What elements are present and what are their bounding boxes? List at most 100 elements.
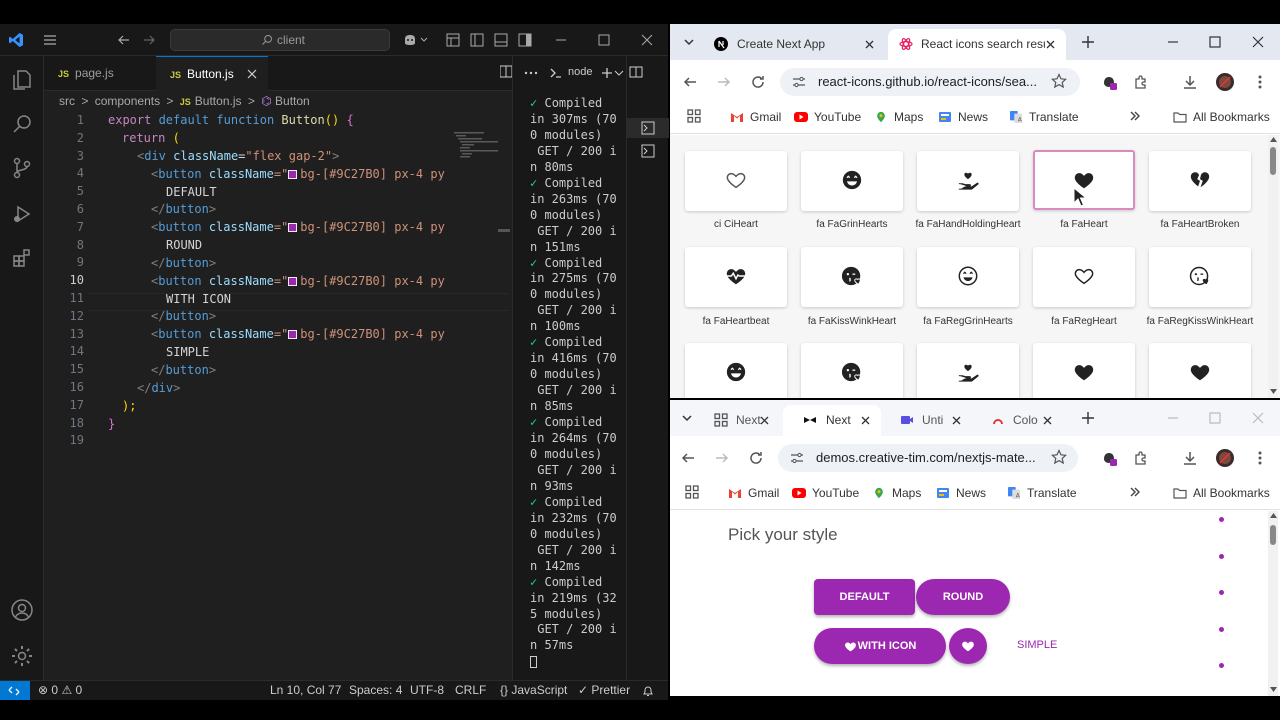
bookmark-news[interactable]: News (936, 485, 986, 501)
scrollbar-thumb[interactable] (1270, 147, 1276, 175)
icon-card-row3-3[interactable] (917, 343, 1019, 398)
download-icon[interactable] (1182, 450, 1198, 466)
new-tab-plus-icon[interactable] (1081, 411, 1095, 425)
color-swatch[interactable] (288, 277, 298, 286)
close-tab-icon[interactable] (864, 39, 875, 50)
bookmark-news[interactable]: News (938, 109, 988, 125)
download-icon[interactable] (1182, 74, 1198, 90)
more-bookmarks-chevron-icon[interactable] (1128, 485, 1142, 499)
toggle-secondary-sidebar-icon[interactable] (517, 32, 533, 48)
icon-card-row3-5[interactable] (1149, 343, 1251, 398)
vertical-scrollbar[interactable] (1268, 511, 1278, 696)
terminal-tab-active[interactable] (627, 118, 669, 138)
icon-card-fagrinhearts[interactable] (801, 151, 903, 211)
reload-icon[interactable] (748, 450, 764, 466)
tab-page-js[interactable]: JS page.js (44, 56, 156, 91)
icon-card-row3-1[interactable] (685, 343, 787, 398)
language-mode[interactable]: {} JavaScript (500, 681, 567, 700)
site-info-icon[interactable] (790, 451, 804, 465)
close-tab-icon[interactable] (759, 415, 770, 426)
default-button[interactable]: DEFAULT (814, 579, 915, 615)
icon-card-faregkisswinkheart[interactable] (1149, 247, 1251, 307)
close-window-icon[interactable] (1251, 411, 1265, 425)
toggle-panel-icon[interactable] (493, 32, 509, 48)
close-icon[interactable] (639, 32, 655, 48)
menu-icon[interactable] (42, 32, 58, 48)
breadcrumb-symbol[interactable]: Button (275, 94, 310, 108)
address-bar[interactable]: demos.creative-tim.com/nextjs-mate... (778, 444, 1078, 472)
explorer-icon[interactable] (10, 68, 34, 92)
icon-card-faheartbeat[interactable] (685, 247, 787, 307)
code-editor[interactable]: 1 2 3 4 5 6 7 8 9 10 11 12 13 14 15 16 17 18 19 export def… (44, 111, 512, 681)
maximize-icon[interactable] (1208, 35, 1222, 49)
terminal-icon[interactable] (641, 144, 655, 158)
breadcrumb-src[interactable]: src (59, 94, 75, 108)
icon-card-faheartbroken[interactable] (1149, 151, 1251, 211)
forward-arrow-icon[interactable] (141, 32, 157, 48)
chevron-down-icon[interactable] (419, 32, 429, 48)
extensions-puzzle-icon[interactable] (1133, 450, 1149, 466)
problems-indicator[interactable]: ⊗ 0 ⚠ 0 (38, 681, 82, 700)
close-tab-icon[interactable] (860, 415, 871, 426)
all-bookmarks[interactable]: All Bookmarks (1173, 485, 1270, 501)
encoding[interactable]: UTF-8 (410, 681, 444, 700)
apps-grid-icon[interactable] (685, 485, 699, 499)
account-icon[interactable] (10, 598, 34, 622)
copilot-icon[interactable] (402, 32, 418, 48)
icon-card-fakisswinkheart[interactable] (801, 247, 903, 307)
bookmark-gmail[interactable]: Gmail (728, 485, 779, 501)
browser-tab-untitled[interactable]: Unti (886, 405, 972, 436)
color-swatch[interactable] (288, 330, 298, 339)
chrome-menu-icon[interactable] (1252, 74, 1268, 90)
more-icon[interactable] (523, 68, 539, 78)
forward-arrow-icon[interactable] (714, 450, 730, 466)
terminal-title[interactable]: node (568, 66, 592, 78)
close-tab-icon[interactable] (951, 415, 962, 426)
search-icon[interactable] (10, 112, 34, 136)
extensions-icon[interactable] (10, 246, 34, 270)
layout-icon[interactable] (445, 32, 461, 48)
settings-gear-icon[interactable] (10, 644, 34, 668)
scroll-down-arrow-icon[interactable] (1270, 687, 1277, 692)
chrome-menu-icon[interactable] (1252, 450, 1268, 466)
minimize-icon[interactable] (1166, 35, 1180, 49)
icon-card-faregheart[interactable] (1033, 247, 1135, 307)
icon-only-heart-button[interactable] (949, 628, 987, 664)
tab-search-chevron-icon[interactable] (683, 35, 695, 49)
back-arrow-icon[interactable] (682, 74, 698, 90)
bookmark-translate[interactable]: A Translate (1009, 109, 1079, 125)
bookmark-star-icon[interactable] (1051, 449, 1067, 465)
profile-avatar[interactable] (1216, 449, 1234, 467)
source-control-icon[interactable] (10, 156, 34, 180)
new-terminal-plus-icon[interactable] (601, 67, 613, 79)
bookmark-maps[interactable]: Maps (874, 109, 923, 125)
bookmark-gmail[interactable]: Gmail (730, 109, 781, 125)
browser-tab-next-1[interactable]: Next (700, 405, 780, 436)
chevron-down-icon[interactable] (614, 69, 624, 77)
extension-profile-icon[interactable] (1101, 74, 1117, 90)
tab-search-chevron-icon[interactable] (681, 411, 693, 425)
extensions-puzzle-icon[interactable] (1133, 74, 1149, 90)
simple-button[interactable]: SIMPLE (1017, 639, 1057, 651)
address-bar[interactable]: react-icons.github.io/react-icons/sea... (780, 68, 1080, 96)
minimize-icon[interactable] (1166, 411, 1180, 425)
all-bookmarks[interactable]: All Bookmarks (1173, 109, 1270, 125)
scroll-down-arrow-icon[interactable] (1270, 389, 1277, 394)
prettier-status[interactable]: ✓ Prettier (578, 681, 630, 700)
remote-indicator[interactable] (0, 681, 30, 700)
command-center-search[interactable]: client (170, 29, 390, 51)
browser-tab-next-2[interactable]: Next (783, 405, 881, 436)
with-icon-button[interactable]: WITH ICON (814, 628, 946, 664)
browser-tab-create-next-app[interactable]: Create Next App (700, 29, 885, 60)
bookmark-star-icon[interactable] (1051, 73, 1067, 89)
browser-tab-colors[interactable]: Colo (977, 405, 1063, 436)
vertical-scrollbar[interactable] (1268, 135, 1278, 398)
new-tab-plus-icon[interactable] (1081, 35, 1095, 49)
close-window-icon[interactable] (1251, 35, 1265, 49)
forward-arrow-icon[interactable] (716, 74, 732, 90)
icon-card-fareggrinhearts[interactable] (917, 247, 1019, 307)
bookmark-youtube[interactable]: YouTube (794, 109, 861, 125)
breadcrumb-file[interactable]: Button.js (195, 94, 242, 108)
minimap[interactable] (452, 131, 498, 161)
scrollbar-thumb[interactable] (1270, 525, 1276, 545)
